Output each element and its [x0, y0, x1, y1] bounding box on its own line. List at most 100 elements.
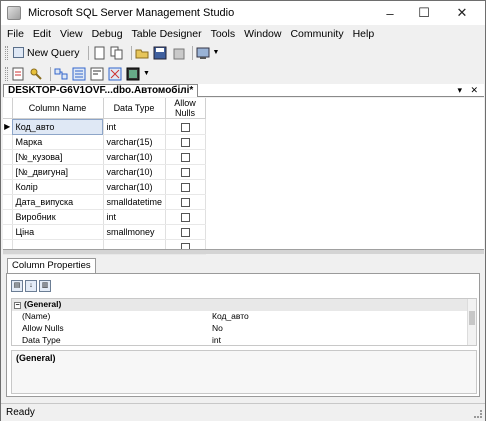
row-selector[interactable]: [3, 149, 13, 165]
property-grid-scrollbar[interactable]: [467, 299, 476, 345]
generate-script-button[interactable]: [11, 67, 26, 81]
table-row[interactable]: Виробник int: [3, 209, 206, 225]
column-name-cell[interactable]: Ціна: [12, 224, 104, 240]
copy-button[interactable]: [110, 46, 125, 60]
allow-nulls-checkbox[interactable]: [180, 168, 190, 178]
check-constraints-icon: [126, 67, 140, 80]
menu-community[interactable]: Community: [290, 28, 343, 40]
column-name-cell[interactable]: Марка: [12, 134, 104, 150]
property-value[interactable]: Код_авто: [212, 311, 476, 323]
row-selector[interactable]: ▶: [3, 118, 13, 135]
alphabetical-sort-icon[interactable]: ↓: [25, 280, 37, 292]
maximize-button[interactable]: ☐: [407, 1, 441, 25]
allow-nulls-checkbox[interactable]: [180, 183, 190, 193]
data-type-cell[interactable]: varchar(10): [103, 164, 166, 180]
allow-nulls-checkbox[interactable]: [180, 198, 190, 208]
menu-help[interactable]: Help: [353, 28, 375, 40]
table-row[interactable]: Ціна smallmoney: [3, 224, 206, 240]
row-selector[interactable]: [3, 164, 13, 180]
category-general[interactable]: − (General): [12, 299, 476, 311]
save-all-button[interactable]: [171, 46, 186, 60]
column-name-cell[interactable]: [№_двигуна]: [12, 164, 104, 180]
row-selector[interactable]: [3, 179, 13, 195]
resize-grip-icon[interactable]: [474, 410, 482, 418]
key-icon: [30, 68, 42, 80]
new-file-button[interactable]: [92, 46, 107, 60]
activity-monitor-button[interactable]: [196, 46, 211, 60]
active-files-dropdown-icon[interactable]: ▾: [457, 84, 462, 96]
toolbar-separator: [130, 45, 132, 60]
table-row[interactable]: Колір varchar(10): [3, 179, 206, 195]
chevron-down-icon[interactable]: ▼: [213, 49, 220, 56]
allow-nulls-checkbox[interactable]: [180, 213, 190, 223]
document-tab-strip: DESKTOP-G6V1OVF...dbo.Автомобілі* ▾ ✕: [3, 84, 484, 97]
set-primary-key-button[interactable]: [29, 67, 44, 81]
column-name-cell[interactable]: Виробник: [12, 209, 104, 225]
xml-index-button[interactable]: [108, 67, 123, 81]
data-type-cell[interactable]: int: [103, 118, 166, 135]
tab-column-properties[interactable]: Column Properties: [7, 258, 96, 273]
categorized-icon[interactable]: ▤: [11, 280, 23, 292]
toolbar-grip[interactable]: [5, 45, 8, 60]
data-type-cell[interactable]: varchar(10): [103, 179, 166, 195]
column-name-cell[interactable]: [№_кузова]: [12, 149, 104, 165]
property-pages-icon[interactable]: ▥: [39, 280, 51, 292]
close-button[interactable]: ✕: [445, 1, 479, 25]
document-tab[interactable]: DESKTOP-G6V1OVF...dbo.Автомобілі*: [3, 84, 199, 97]
column-name-cell[interactable]: Колір: [12, 179, 104, 195]
chevron-down-icon[interactable]: ▼: [143, 70, 150, 77]
menu-edit[interactable]: Edit: [33, 28, 51, 40]
close-document-icon[interactable]: ✕: [470, 84, 478, 96]
status-bar: Ready: [1, 403, 485, 421]
table-row[interactable]: [№_кузова] varchar(10): [3, 149, 206, 165]
menu-tools[interactable]: Tools: [211, 28, 236, 40]
new-query-button[interactable]: New Query: [11, 45, 82, 61]
allow-nulls-checkbox[interactable]: [180, 138, 190, 148]
fulltext-index-button[interactable]: [90, 67, 105, 81]
open-file-button[interactable]: [135, 46, 150, 60]
allow-nulls-checkbox[interactable]: [180, 228, 190, 238]
data-type-cell[interactable]: smallmoney: [103, 224, 166, 240]
scrollbar-thumb[interactable]: [469, 311, 475, 325]
property-value[interactable]: No: [212, 323, 476, 335]
splitter[interactable]: [3, 249, 484, 254]
menu-window[interactable]: Window: [244, 28, 281, 40]
row-selector-header: [3, 98, 13, 119]
row-selector[interactable]: [3, 224, 13, 240]
monitor-icon: [196, 47, 210, 59]
column-name-cell[interactable]: Код_авто: [12, 118, 104, 135]
minimize-button[interactable]: –: [373, 1, 407, 25]
toolbar-grip[interactable]: [5, 66, 8, 81]
data-type-cell[interactable]: smalldatetime: [103, 194, 166, 210]
row-selector[interactable]: [3, 209, 13, 225]
menu-file[interactable]: File: [7, 28, 24, 40]
collapse-icon[interactable]: −: [14, 302, 21, 309]
table-row[interactable]: ▶ Код_авто int: [3, 118, 206, 135]
properties-tab-strip: Column Properties: [7, 258, 96, 273]
data-type-cell[interactable]: varchar(10): [103, 149, 166, 165]
table-row[interactable]: Марка varchar(15): [3, 134, 206, 150]
save-button[interactable]: [153, 46, 168, 60]
property-row[interactable]: (Name) Код_авто: [12, 311, 476, 323]
allow-nulls-checkbox[interactable]: [180, 153, 190, 163]
row-selector[interactable]: [3, 134, 13, 150]
check-constraints-button[interactable]: [126, 67, 141, 81]
row-selector[interactable]: [3, 194, 13, 210]
menu-view[interactable]: View: [60, 28, 83, 40]
table-row[interactable]: [№_двигуна] varchar(10): [3, 164, 206, 180]
data-type-cell[interactable]: int: [103, 209, 166, 225]
indexes-button[interactable]: [72, 67, 87, 81]
menu-debug[interactable]: Debug: [92, 28, 123, 40]
data-type-cell[interactable]: varchar(15): [103, 134, 166, 150]
allow-nulls-checkbox[interactable]: [180, 122, 190, 132]
table-row[interactable]: Дата_випуска smalldatetime: [3, 194, 206, 210]
relationships-button[interactable]: [54, 67, 69, 81]
property-row[interactable]: Allow Nulls No: [12, 323, 476, 335]
new-query-icon: [13, 47, 24, 58]
property-value[interactable]: int: [212, 335, 476, 345]
column-name-cell[interactable]: Дата_випуска: [12, 194, 104, 210]
data-type-header: Data Type: [103, 98, 166, 119]
property-row[interactable]: Data Type int: [12, 335, 476, 345]
menu-table-designer[interactable]: Table Designer: [132, 28, 202, 40]
save-all-icon: [173, 48, 185, 59]
